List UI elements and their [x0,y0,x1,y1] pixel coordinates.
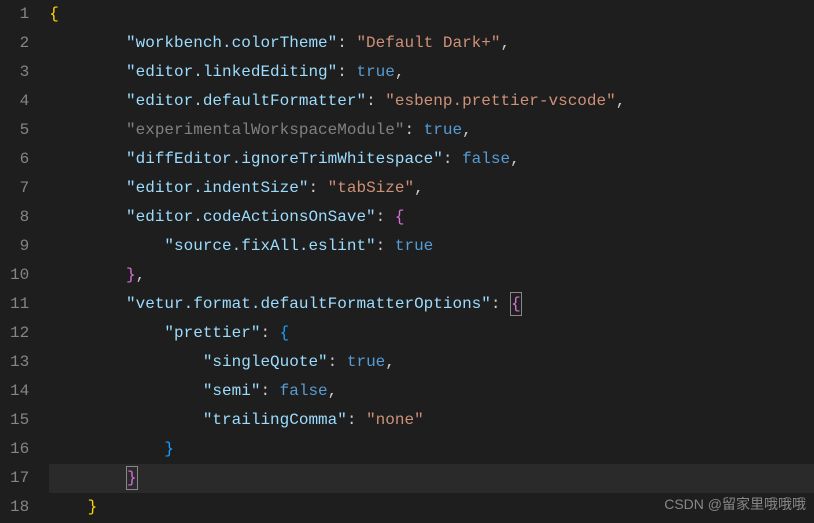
token-cursor-brace: { [510,292,522,316]
code-line[interactable]: "editor.indentSize": "tabSize", [49,174,814,203]
line-number: 1 [10,0,29,29]
token-key: "editor.linkedEditing" [126,63,337,81]
token-cursor-brace: } [126,466,138,490]
token-punct: , [414,179,424,197]
line-number: 11 [10,290,29,319]
code-line[interactable]: "vetur.format.defaultFormatterOptions": … [49,290,814,319]
token-key: "vetur.format.defaultFormatterOptions" [126,295,491,313]
line-number: 15 [10,406,29,435]
token-brace3: } [164,440,174,458]
token-brace2: } [126,266,136,284]
line-number: 16 [10,435,29,464]
code-line[interactable]: }, [49,261,814,290]
code-line[interactable]: "prettier": { [49,319,814,348]
line-number: 3 [10,58,29,87]
token-str: "Default Dark+" [356,34,500,52]
code-line[interactable]: "source.fixAll.eslint": true [49,232,814,261]
token-str: "esbenp.prettier-vscode" [385,92,615,110]
token-str: "none" [366,411,424,429]
token-key: "semi" [203,382,261,400]
line-number: 12 [10,319,29,348]
token-bool: true [347,353,385,371]
token-key: "trailingComma" [203,411,347,429]
token-punct: , [136,266,146,284]
token-key: "editor.defaultFormatter" [126,92,366,110]
token-key: "workbench.colorTheme" [126,34,337,52]
line-number: 17 [10,464,29,493]
line-number: 14 [10,377,29,406]
code-line[interactable]: } [49,464,814,493]
token-punct: : [443,150,462,168]
code-line[interactable]: "editor.defaultFormatter": "esbenp.prett… [49,87,814,116]
token-bool: true [424,121,462,139]
token-punct: , [328,382,338,400]
watermark: CSDN @留家里哦哦哦 [664,490,806,519]
line-number: 13 [10,348,29,377]
code-line[interactable]: "semi": false, [49,377,814,406]
line-number-gutter: 123456789101112131415161718 [0,0,43,523]
token-key: "editor.indentSize" [126,179,308,197]
token-punct: : [260,382,279,400]
token-punct: : [328,353,347,371]
token-punct: : [404,121,423,139]
token-punct: , [616,92,626,110]
code-line[interactable]: "editor.linkedEditing": true, [49,58,814,87]
token-bool: true [395,237,433,255]
token-brace3: { [280,324,290,342]
token-key: "source.fixAll.eslint" [164,237,375,255]
token-punct: : [376,237,395,255]
token-key: "editor.codeActionsOnSave" [126,208,376,226]
line-number: 5 [10,116,29,145]
token-punct: : [491,295,510,313]
token-punct: : [260,324,279,342]
token-punct: , [385,353,395,371]
token-brace: { [49,5,59,23]
token-bool: true [356,63,394,81]
token-punct: : [347,411,366,429]
code-line[interactable]: "singleQuote": true, [49,348,814,377]
token-brace: } [88,498,98,516]
code-line[interactable]: "trailingComma": "none" [49,406,814,435]
code-line[interactable]: { [49,0,814,29]
token-punct: , [395,63,405,81]
token-punct: : [337,63,356,81]
token-punct: , [500,34,510,52]
code-line[interactable]: } [49,435,814,464]
line-number: 9 [10,232,29,261]
token-key-dim: "experimentalWorkspaceModule" [126,121,404,139]
code-line[interactable]: "diffEditor.ignoreTrimWhitespace": false… [49,145,814,174]
token-key: "prettier" [164,324,260,342]
line-number: 7 [10,174,29,203]
token-punct: , [510,150,520,168]
token-bool: false [280,382,328,400]
line-number: 4 [10,87,29,116]
token-str: "tabSize" [328,179,414,197]
token-punct: : [337,34,356,52]
line-number: 18 [10,493,29,522]
line-number: 2 [10,29,29,58]
code-line[interactable]: "workbench.colorTheme": "Default Dark+", [49,29,814,58]
line-number: 6 [10,145,29,174]
code-area[interactable]: { "workbench.colorTheme": "Default Dark+… [43,0,814,523]
line-number: 8 [10,203,29,232]
code-editor[interactable]: 123456789101112131415161718 { "workbench… [0,0,814,523]
token-brace2: { [395,208,405,226]
token-punct: : [376,208,395,226]
token-punct: : [366,92,385,110]
code-line[interactable]: "editor.codeActionsOnSave": { [49,203,814,232]
code-line[interactable]: "experimentalWorkspaceModule": true, [49,116,814,145]
token-key: "diffEditor.ignoreTrimWhitespace" [126,150,443,168]
token-punct: , [462,121,472,139]
token-key: "singleQuote" [203,353,328,371]
token-bool: false [462,150,510,168]
token-punct: : [308,179,327,197]
line-number: 10 [10,261,29,290]
